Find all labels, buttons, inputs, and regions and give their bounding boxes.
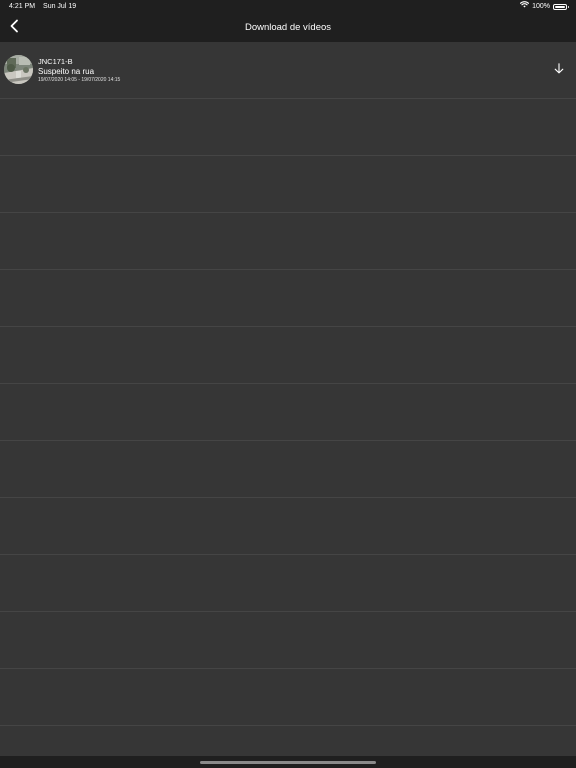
home-indicator-area	[0, 756, 576, 768]
battery-icon	[553, 4, 569, 10]
navigation-bar: Download de vídeos	[0, 14, 576, 42]
status-bar: 4:21 PM Sun Jul 19 100%	[0, 0, 576, 14]
home-indicator[interactable]	[200, 761, 376, 764]
video-row[interactable]: JNC171-B Suspeito na rua 19/07/2020 14:0…	[0, 42, 576, 99]
battery-level-fill	[555, 6, 565, 8]
download-arrow-icon	[554, 61, 564, 79]
video-list[interactable]: JNC171-B Suspeito na rua 19/07/2020 14:0…	[0, 42, 576, 756]
empty-row	[0, 213, 576, 270]
empty-row	[0, 270, 576, 327]
video-thumbnail	[4, 55, 33, 84]
empty-row	[0, 669, 576, 726]
status-time: 4:21 PM	[9, 3, 36, 10]
video-info: JNC171-B Suspeito na rua 19/07/2020 14:0…	[38, 57, 120, 84]
status-right: 100%	[520, 0, 569, 14]
status-date: Sun Jul 19	[43, 3, 77, 10]
empty-row	[0, 612, 576, 669]
page-title: Download de vídeos	[244, 22, 332, 33]
video-time-range: 19/07/2020 14:05 - 19/07/2020 14:15	[38, 77, 121, 83]
empty-row	[0, 327, 576, 384]
empty-row	[0, 726, 576, 756]
battery-percent: 100%	[532, 3, 550, 10]
camera-name: JNC171-B	[38, 57, 73, 66]
empty-row	[0, 555, 576, 612]
empty-row	[0, 441, 576, 498]
download-button[interactable]	[552, 63, 566, 77]
empty-row	[0, 99, 576, 156]
video-title: Suspeito na rua	[38, 67, 95, 76]
empty-row	[0, 156, 576, 213]
empty-row	[0, 384, 576, 441]
wifi-icon	[520, 0, 530, 14]
empty-row	[0, 498, 576, 555]
status-left: 4:21 PM Sun Jul 19	[9, 0, 76, 14]
